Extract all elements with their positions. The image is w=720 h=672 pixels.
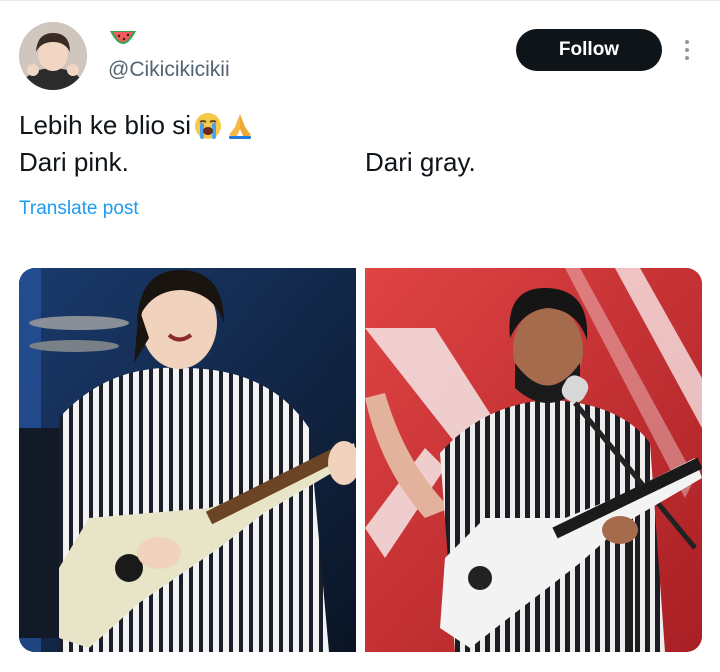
translate-post-link[interactable]: Translate post [19,198,139,220]
watermelon-icon [108,27,138,53]
user-handle[interactable]: @Cikicikicikii [108,58,230,82]
tweet-text-line-1: Lebih ke blio si [19,110,255,141]
photo-left[interactable] [19,268,356,652]
tweet-text-line-1-text: Lebih ke blio si [19,110,191,140]
tweet-text-line-3: Dari gray. [365,147,476,177]
more-options-icon[interactable] [676,36,698,64]
photo-right[interactable] [365,268,702,652]
top-divider [0,0,720,1]
tweet-text-line-2: Dari pink. [19,147,129,177]
folded-hands-icon [225,111,255,141]
avatar[interactable] [19,22,87,90]
follow-button[interactable]: Follow [516,29,662,71]
loudly-crying-face-icon [193,111,223,141]
